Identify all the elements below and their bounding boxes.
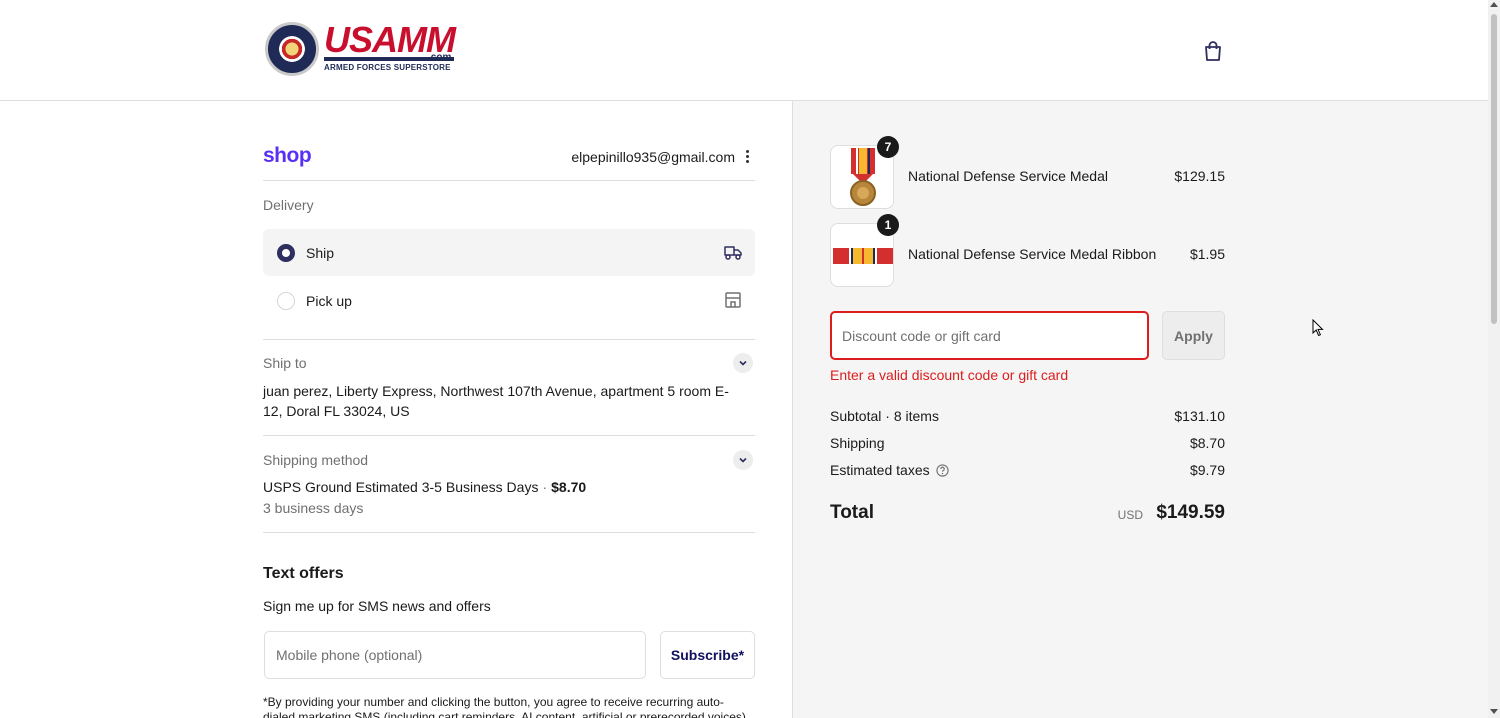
pickup-radio[interactable] (277, 292, 295, 310)
taxes-value: $9.79 (1189, 462, 1225, 478)
sms-disclaimer: *By providing your number and clicking t… (263, 695, 746, 718)
ship-radio[interactable] (277, 244, 295, 262)
site-header: USAMM .com ARMED FORCES SUPERSTORE (0, 0, 1488, 101)
delivery-option-ship[interactable]: Ship (263, 229, 755, 276)
line-item: 7 National Defense Service Medal $129.15 (830, 136, 1225, 209)
shipping-method-label: Shipping method (263, 452, 369, 468)
shipping-label: Shipping (830, 435, 885, 451)
mobile-phone-input[interactable] (264, 631, 646, 679)
quantity-badge: 7 (877, 136, 899, 158)
kebab-menu-icon[interactable] (742, 148, 754, 166)
shipping-method-expand-button[interactable] (733, 450, 753, 470)
divider (263, 532, 755, 533)
account-email: elpepinillo935@gmail.com (571, 149, 735, 165)
item-name: National Defense Service Medal Ribbon (908, 246, 1157, 262)
store-icon (725, 292, 741, 308)
total-value: $149.59 (1156, 502, 1225, 523)
shipping-method-price: $8.70 (551, 479, 587, 495)
page-scrollbar[interactable] (1488, 0, 1500, 718)
ship-to-expand-button[interactable] (733, 353, 753, 373)
quantity-badge: 1 (877, 214, 899, 236)
delivery-option-pickup[interactable]: Pick up (263, 277, 755, 324)
total-label: Total (830, 502, 874, 523)
shipping-method-detail: USPS Ground Estimated 3-5 Business Days ·… (263, 479, 586, 495)
cart-button[interactable] (1200, 38, 1226, 64)
scroll-thumb[interactable] (1491, 14, 1497, 324)
scroll-down-arrow-icon[interactable] (1490, 709, 1498, 714)
taxes-label: Estimated taxes (830, 462, 930, 478)
line-item: 1 National Defense Service Medal Ribbon … (830, 214, 1225, 287)
total-currency: USD (1117, 508, 1143, 522)
item-name: National Defense Service Medal (908, 168, 1108, 184)
shipping-row: Shipping $8.70 (830, 435, 1225, 455)
subtotal-label: Subtotal · 8 items (830, 408, 939, 424)
discount-code-input[interactable] (830, 311, 1149, 360)
text-offers-title: Text offers (263, 565, 344, 582)
chevron-down-icon (739, 457, 747, 463)
mouse-cursor-icon (1312, 319, 1324, 337)
divider (263, 435, 755, 436)
subtotal-value: $131.10 (1174, 408, 1225, 424)
logo-domain: .com (428, 52, 452, 63)
scroll-up-arrow-icon[interactable] (1490, 2, 1498, 7)
truck-icon (724, 246, 742, 260)
taxes-row: Estimated taxes $9.79 (830, 462, 1225, 482)
separator: · (542, 479, 548, 495)
chevron-down-icon (739, 360, 747, 366)
subscribe-button[interactable]: Subscribe* (660, 631, 755, 679)
total-row: Total USD $149.59 (830, 501, 1225, 527)
apply-discount-button[interactable]: Apply (1162, 311, 1225, 360)
shop-pay-logo: shop (263, 144, 312, 167)
ship-label: Ship (306, 245, 335, 261)
shopping-bag-icon (1205, 41, 1221, 61)
ship-to-label: Ship to (263, 355, 307, 371)
ship-to-address: juan perez, Liberty Express, Northwest 1… (263, 383, 729, 419)
item-price: $1.95 (1189, 246, 1225, 262)
item-price: $129.15 (1174, 168, 1225, 184)
shipping-eta: 3 business days (263, 500, 364, 516)
logo-tagline: ARMED FORCES SUPERSTORE (324, 63, 451, 72)
usamm-logo[interactable]: USAMM .com ARMED FORCES SUPERSTORE (264, 20, 464, 80)
divider (263, 180, 755, 181)
pickup-label: Pick up (306, 293, 352, 309)
military-seal-icon (265, 22, 319, 76)
discount-error-message: Enter a valid discount code or gift card (830, 367, 1069, 383)
subtotal-row: Subtotal · 8 items $131.10 (830, 408, 1225, 428)
shipping-method-name: USPS Ground Estimated 3-5 Business Days (263, 479, 539, 495)
taxes-label-wrap: Estimated taxes (830, 462, 949, 478)
delivery-label: Delivery (263, 197, 314, 213)
shipping-value: $8.70 (1189, 435, 1225, 451)
text-offers-subtitle: Sign me up for SMS news and offers (263, 598, 491, 614)
divider (263, 339, 755, 340)
help-circle-icon[interactable] (935, 464, 949, 477)
